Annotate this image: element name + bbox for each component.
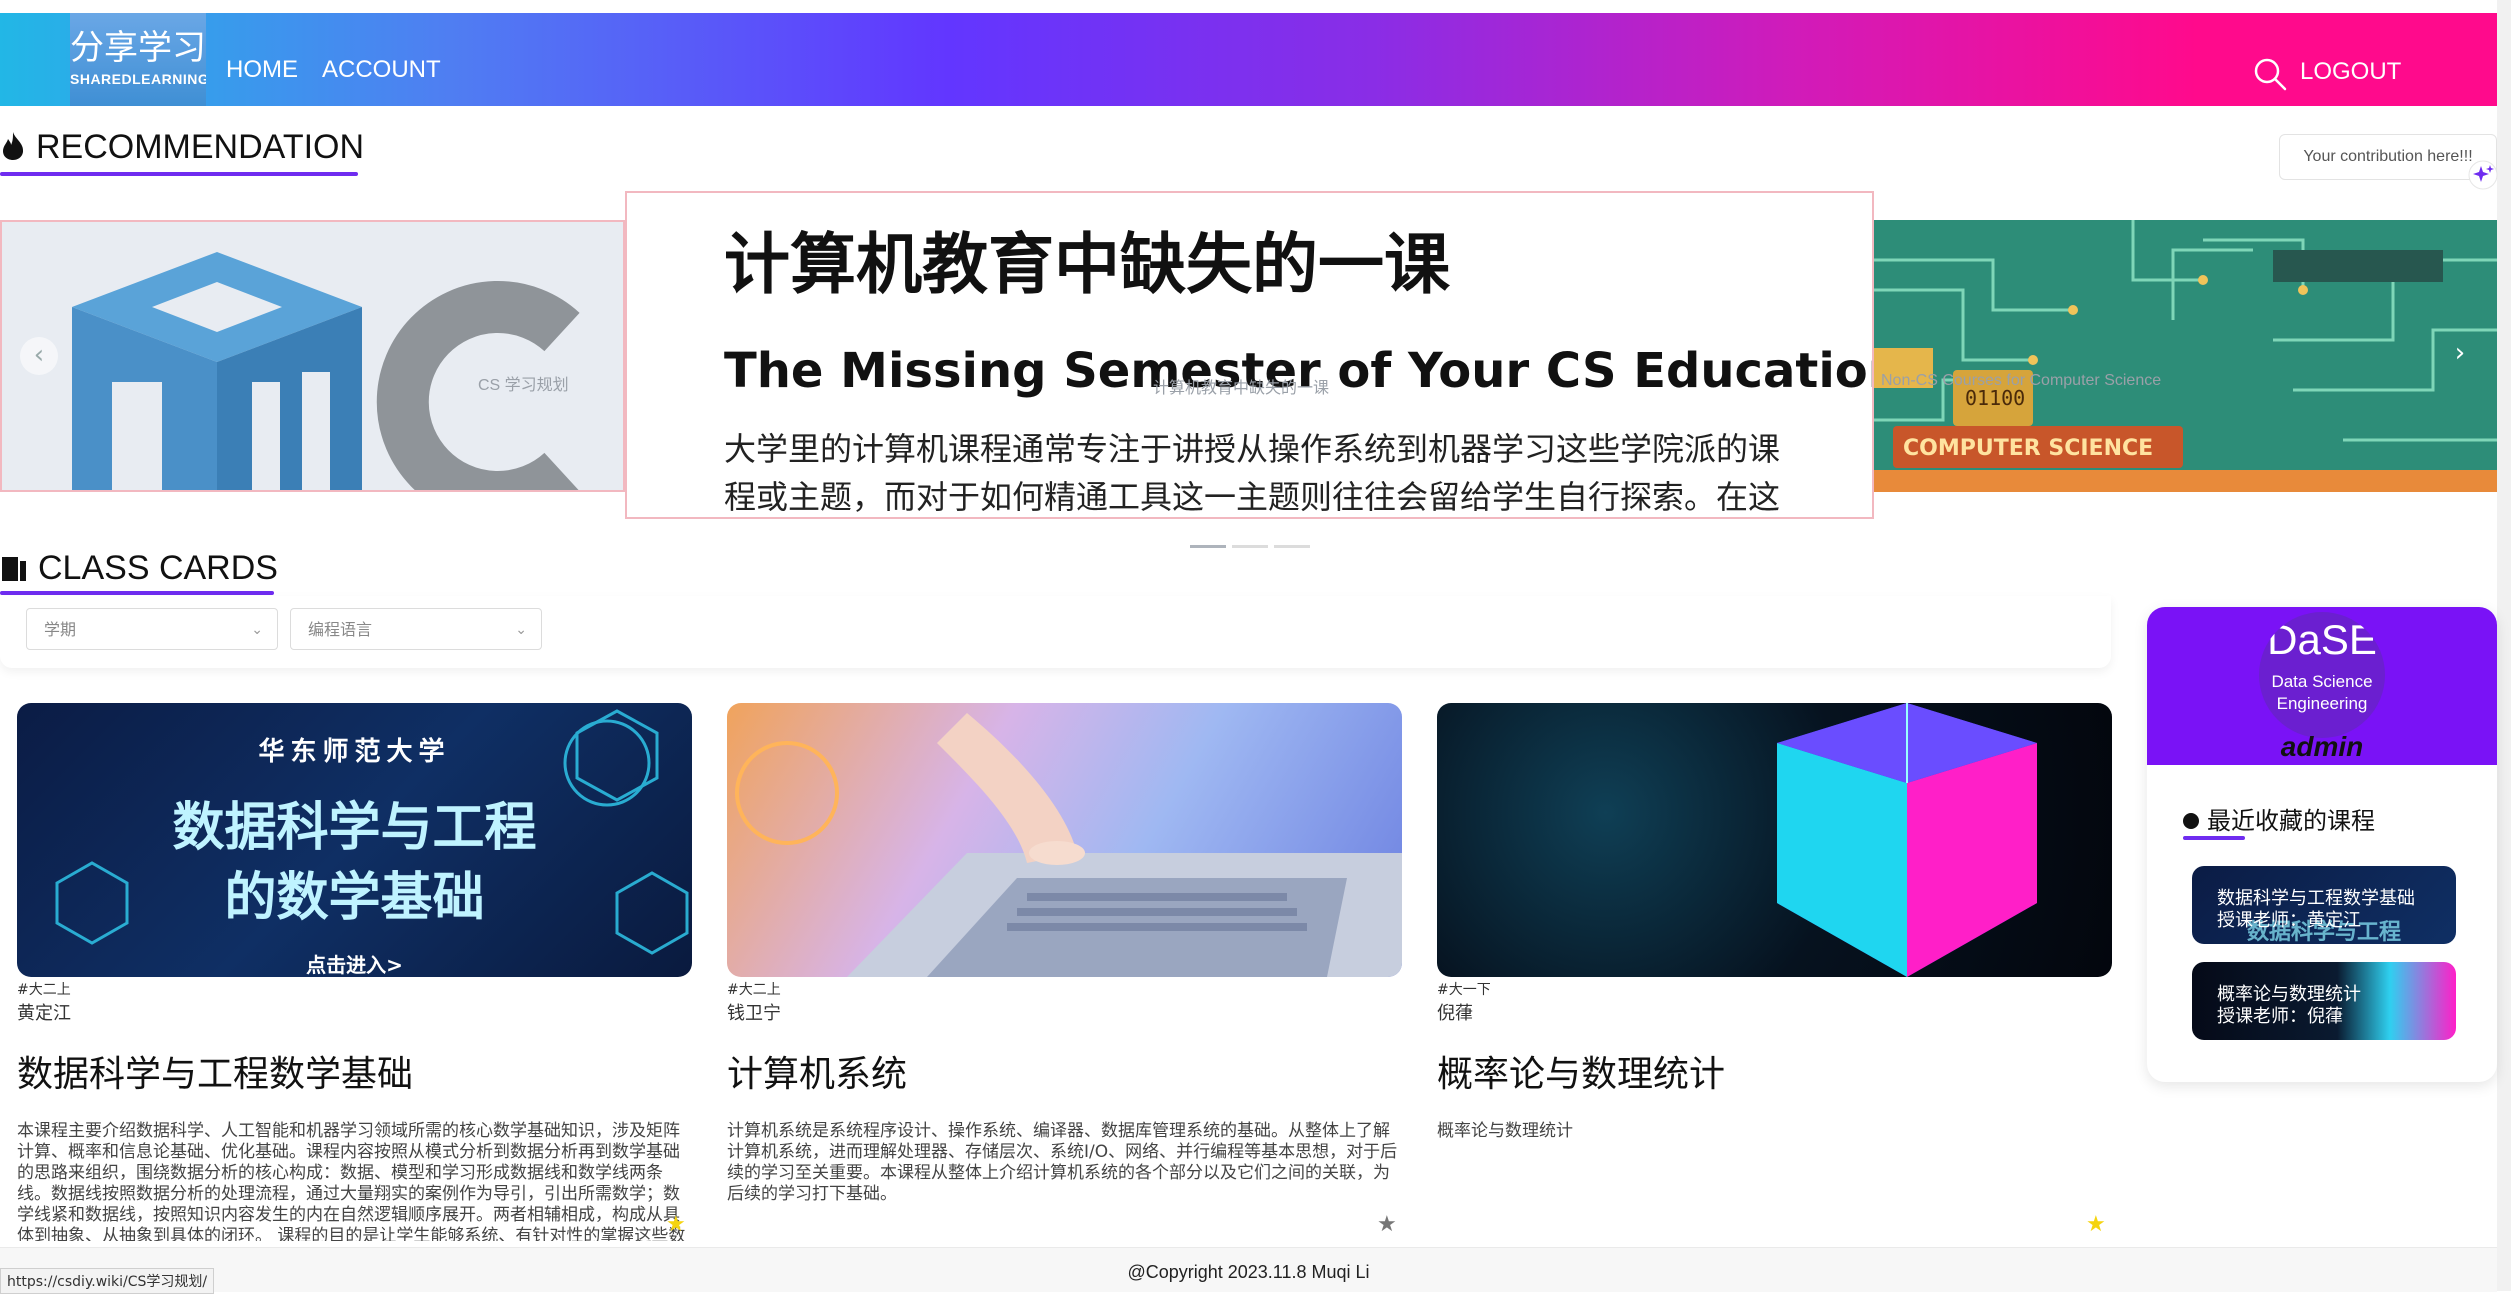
slide-missing-semester[interactable]: 计算机教育中缺失的一课 The Missing Semester of Your… [625,191,1874,519]
favorite-course-teacher: 授课老师：倪葎 [2217,1006,2343,1027]
favorite-course-label: 概率论与数理统计 授课老师：倪葎 [2217,984,2361,1028]
card-teacher: 倪葎 [1437,1003,1473,1024]
card-course-name[interactable]: 数据科学与工程数学基础 [17,1045,694,1097]
card-description: 计算机系统是系统程序设计、操作系统、编译器、数据库管理系统的基础。从整体上了解计… [727,1121,1398,1204]
sparkle-icon[interactable] [2468,160,2498,190]
favorite-course-item[interactable]: 概率论与数理统计 授课老师：倪葎 [2192,962,2456,1040]
favorite-course-item[interactable]: 数据科学与工程 数据科学与工程数学基础 授课老师：黄定江 [2192,866,2456,944]
language-select-placeholder: 编程语言 [308,620,373,639]
favorite-course-name: 数据科学与工程数学基础 [2217,888,2415,909]
logo-english-text: SHAREDLEARNING [70,71,206,87]
avatar-line3: Engineering [2276,694,2368,713]
chevron-down-icon: ⌄ [251,622,263,638]
card-teacher: 钱卫宁 [727,1003,781,1024]
course-cover-image[interactable] [1437,703,2112,977]
card-description: 概率论与数理统计 [1437,1121,1573,1141]
copyright-text: @Copyright 2023.11.8 Muqi Li [1127,1262,1370,1282]
recommendation-heading: RECOMMENDATION [0,128,364,167]
class-cards-title: CLASS CARDS [38,549,278,587]
top-navbar: 分享学习 SHAREDLEARNING HOME ACCOUNT LOGOUT [0,13,2497,106]
favorite-star-icon[interactable]: ★ [2086,1212,2106,1237]
favorites-heading: 最近收藏的课程 [2183,801,2375,836]
course-cover-image[interactable]: 华东师范大学 数据科学与工程 的数学基础 点击进入> [17,703,692,977]
circuit-board-image: 01100 COMPUTER SCIENCE [1873,220,2497,492]
slide-left-caption: CS 学习规划 [478,377,569,394]
class-card-math-foundations[interactable]: 华东师范大学 数据科学与工程 的数学基础 点击进入> #大二上 黄定江 数据科学… [17,703,694,1241]
favorite-course-label: 数据科学与工程数学基础 授课老师：黄定江 [2217,888,2415,932]
site-logo[interactable]: 分享学习 SHAREDLEARNING [70,13,206,106]
slide-center-caption: 计算机教育中缺失的一课 [1153,378,1330,397]
neon-cube-image [1777,703,2037,977]
svg-text:COMPUTER SCIENCE: COMPUTER SCIENCE [1903,436,2153,461]
cover-title-line2: 的数学基础 [224,868,485,928]
card-term: #大二上 [727,982,781,998]
favorite-star-icon[interactable]: ★ [1377,1212,1397,1237]
recommendation-title: RECOMMENDATION [36,128,365,166]
cover-title-line1: 数据科学与工程 [172,798,537,858]
card-teacher: 黄定江 [17,1003,71,1024]
class-card-probability-statistics[interactable]: #大一下 倪葎 概率论与数理统计 概率论与数理统计 [1437,703,2114,1241]
course-cover-image[interactable] [727,703,1402,977]
term-select[interactable]: 学期 ⌄ [26,608,278,650]
avatar-line1: DaSE [2267,616,2377,663]
favorites-underline [2183,836,2245,840]
profile-header: DaSE Data Science Engineering admin [2147,607,2497,765]
favorite-course-name: 概率论与数理统计 [2217,984,2361,1005]
favorite-course-teacher: 授课老师：黄定江 [2217,910,2361,931]
nav-home-link[interactable]: HOME [226,56,298,84]
cover-university: 华东师范大学 [258,737,451,767]
carousel-dot[interactable] [1274,545,1310,548]
bullet-icon [2183,813,2199,829]
card-term: #大一下 [1437,982,1491,998]
book-icon [2,557,26,581]
class-card-computer-systems[interactable]: #大二上 钱卫宁 计算机系统 计算机系统是系统程序设计、操作系统、编译器、数据库… [727,703,1404,1241]
slide-center-body: 大学里的计算机课程通常专注于讲授从操作系统到机器学习这些学院派的课程或主题，而对… [724,430,1781,516]
term-select-placeholder: 学期 [44,620,77,639]
avatar-line2: Data Science [2271,672,2373,691]
window-scrollbar[interactable] [2497,0,2511,1291]
laptop-typing-image [735,713,1402,977]
favorite-star-icon[interactable]: ★ [666,1212,686,1237]
fire-icon [3,132,24,160]
carousel-prev-button[interactable]: ‹ [20,337,58,375]
cover-cta: 点击进入> [306,953,403,977]
card-term: #大二上 [17,982,71,998]
slide-cs-planning[interactable]: ‹ CS 学习规划 [0,220,625,492]
language-select[interactable]: 编程语言 ⌄ [290,608,542,650]
link-status-url: https://csdiy.wiki/CS学习规划/ [0,1268,215,1294]
slide-center-title: 计算机教育中缺失的一课 [724,226,1450,303]
cs-cube-logo-image [72,252,580,490]
user-side-panel: DaSE Data Science Engineering admin 最近收藏… [2147,607,2497,1082]
logo-chinese-text: 分享学习 [70,28,206,68]
logout-link[interactable]: LOGOUT [2300,58,2401,86]
filter-bar: 学期 ⌄ 编程语言 ⌄ [0,596,2111,668]
carousel-dot[interactable] [1232,545,1268,548]
recommendation-underline [0,172,358,176]
slide-right-caption: Non-CS Courses for Computer Science [1881,372,2162,389]
class-cards-underline [0,591,274,595]
contribution-button[interactable]: Your contribution here!!! [2279,134,2497,180]
carousel-dot[interactable] [1190,545,1226,548]
card-description: 本课程主要介绍数据科学、人工智能和机器学习领域所需的核心数学基础知识，涉及矩阵计… [17,1121,686,1241]
footer: @Copyright 2023.11.8 Muqi Li [0,1247,2497,1292]
carousel-indicators [1190,533,1316,552]
username: admin [2280,731,2364,762]
class-cards-heading: CLASS CARDS [0,549,278,588]
card-course-name[interactable]: 计算机系统 [727,1045,1404,1097]
card-course-name[interactable]: 概率论与数理统计 [1437,1045,2114,1097]
search-icon[interactable] [2253,57,2287,91]
nav-account-link[interactable]: ACCOUNT [322,56,441,84]
avatar[interactable]: DaSE Data Science Engineering [2259,612,2385,738]
chevron-down-icon: ⌄ [515,622,527,638]
slide-non-cs-courses[interactable]: 01100 COMPUTER SCIENCE Non-CS Courses fo… [1873,220,2497,492]
carousel-next-button[interactable]: › [2441,335,2479,373]
favorites-title: 最近收藏的课程 [2207,807,2375,835]
